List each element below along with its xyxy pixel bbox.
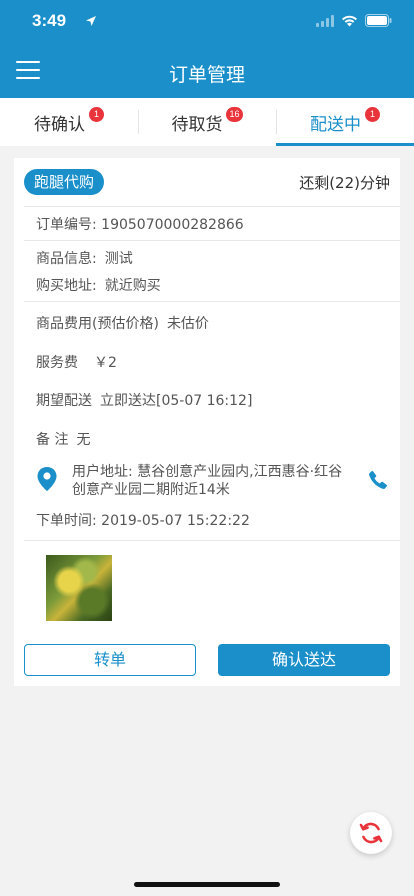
divider (24, 206, 400, 207)
location-arrow-icon (86, 16, 96, 26)
tab-label: 待确认 (34, 114, 85, 135)
order-time-label: 下单时间: (36, 513, 97, 529)
service-fee-label: 服务费 (36, 355, 78, 371)
refresh-icon (359, 822, 383, 844)
status-time: 3:49 (32, 11, 67, 30)
divider (24, 301, 400, 302)
buy-address-value: 就近购买 (104, 278, 161, 294)
tab-pending-confirm[interactable]: 待确认 1 (0, 98, 138, 146)
tab-pending-pickup[interactable]: 待取货 16 (138, 98, 276, 146)
goods-fee-label: 商品费用(预估价格) (36, 316, 159, 332)
confirm-delivery-button[interactable]: 确认送达 (218, 644, 390, 676)
order-number-row: 订单编号: 1905070000282866 (36, 214, 244, 234)
goods-thumbnail[interactable] (46, 555, 112, 621)
divider (24, 240, 400, 241)
page-title: 订单管理 (168, 64, 245, 86)
remark-label: 备 注 (36, 432, 69, 448)
wifi-icon (342, 15, 357, 26)
remaining-time: 还剩(22)分钟 (299, 174, 390, 192)
order-time-row: 下单时间: 2019-05-07 15:22:22 (36, 510, 250, 530)
nav-bar: 订单管理 (0, 44, 414, 98)
buy-address-label: 购买地址: (36, 278, 97, 294)
tab-label: 配送中 (310, 114, 361, 135)
order-status-tabs: 待确认 1 待取货 16 配送中 1 (0, 98, 414, 146)
location-pin-icon (37, 467, 57, 491)
transfer-button[interactable]: 转单 (24, 644, 196, 676)
buy-address-row: 购买地址: 就近购买 (36, 275, 161, 295)
order-type-tag: 跑腿代购 (24, 169, 105, 195)
phone-icon[interactable] (368, 470, 388, 490)
expected-delivery-row: 期望配送 立即送达[05-07 16:12] (36, 390, 252, 410)
order-card: 跑腿代购 还剩(22)分钟 订单编号: 1905070000282866 商品信… (14, 158, 400, 686)
signal-icon (316, 14, 334, 27)
tab-badge: 16 (226, 106, 243, 122)
remark-value: 无 (76, 432, 91, 448)
divider (24, 540, 400, 541)
goods-info-label: 商品信息: (36, 251, 97, 267)
tab-label: 待取货 (171, 114, 223, 135)
order-time-value: 2019-05-07 15:22:22 (101, 513, 250, 529)
status-bar: 3:49 (0, 0, 414, 44)
order-number-label: 订单编号: (36, 217, 97, 233)
goods-fee-row: 商品费用(预估价格) 未估价 (36, 313, 209, 333)
home-indicator (134, 882, 280, 887)
refresh-button[interactable] (350, 812, 392, 854)
tab-badge: 1 (365, 106, 380, 122)
order-number-value: 1905070000282866 (101, 217, 244, 233)
user-address-row: 用户地址: 慧谷创意产业园内,江西惠谷·红谷创意产业园二期附近14米 (72, 463, 344, 499)
service-fee-value: ￥2 (94, 355, 117, 371)
service-fee-row: 服务费 ￥2 (36, 352, 117, 372)
goods-info-row: 商品信息: 测试 (36, 248, 133, 268)
remark-row: 备 注无 (36, 429, 90, 449)
battery-icon (365, 14, 392, 27)
expected-delivery-value: 立即送达[05-07 16:12] (100, 393, 253, 409)
expected-delivery-label: 期望配送 (36, 393, 92, 409)
app-header: 3:49 订单管理 (0, 0, 414, 98)
goods-fee-value: 未估价 (166, 316, 209, 332)
goods-info-value: 测试 (104, 251, 133, 267)
tab-badge: 1 (89, 106, 104, 122)
tab-delivering[interactable]: 配送中 1 (276, 98, 414, 146)
status-icons (316, 14, 392, 27)
user-address-label: 用户地址: (72, 464, 133, 480)
